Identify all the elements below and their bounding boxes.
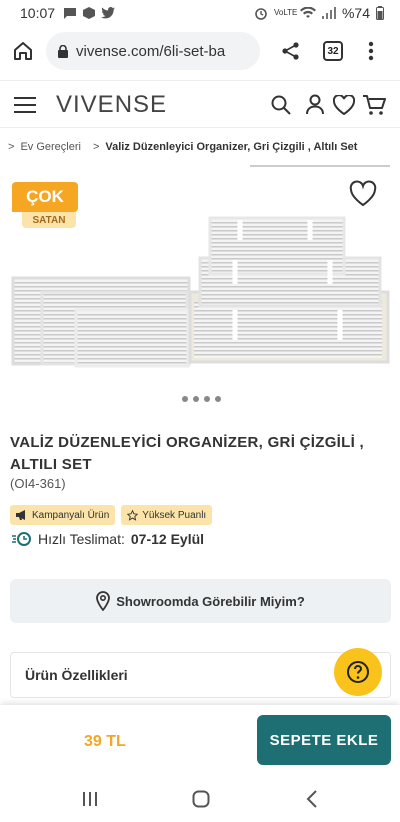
url-text: vivense.com/6li-set-ba: [76, 42, 226, 60]
delivery-label: Hızlı Teslimat:: [38, 531, 125, 547]
add-to-cart-bar: 39 TL SEPETE EKLE: [0, 705, 400, 778]
recent-apps-icon[interactable]: [82, 791, 98, 807]
pagination-dot[interactable]: [215, 396, 221, 402]
tab-switcher-button[interactable]: 32: [323, 41, 343, 61]
fast-delivery-icon: [12, 532, 31, 546]
product-image-gallery[interactable]: ÇOK SATAN: [10, 170, 391, 420]
tag-campaign: Kampanyalı Ürün: [10, 505, 116, 525]
product-title: VALİZ DÜZENLEYİCİ ORGANİZER, GRİ ÇİZGİLİ…: [10, 434, 364, 473]
message-icon: [64, 8, 77, 19]
system-nav-bar: [0, 778, 400, 822]
location-pin-icon: [96, 591, 111, 611]
battery-level: %74: [341, 5, 370, 21]
add-to-cart-button[interactable]: SEPETE EKLE: [257, 715, 391, 765]
help-button[interactable]: [334, 648, 382, 696]
site-header: VIVENSE: [0, 80, 400, 128]
site-logo[interactable]: VIVENSE: [56, 91, 167, 119]
tag-high-rated: Yüksek Puanlı: [121, 505, 213, 525]
status-time: 10:07: [20, 5, 56, 21]
favorite-heart-icon[interactable]: [349, 180, 377, 208]
delivery-date: 07-12 Eylül: [130, 531, 205, 547]
home-button-icon[interactable]: [192, 790, 210, 808]
search-icon[interactable]: [271, 95, 291, 115]
home-icon[interactable]: [12, 40, 34, 62]
pagination-dot[interactable]: [204, 396, 210, 402]
showroom-button[interactable]: Showroomda Görebilir Miyim?: [10, 579, 391, 623]
url-bar[interactable]: vivense.com/6li-set-ba: [46, 32, 260, 70]
badge-bottom: SATAN: [22, 212, 76, 228]
image-pagination-dots: [182, 396, 221, 402]
network-label: VoLTE: [273, 8, 298, 17]
product-image: [11, 216, 390, 368]
breadcrumb-current: Valiz Düzenleyici Organizer, Gri Çizgili…: [105, 141, 358, 153]
breadcrumb-scrollbar: [250, 165, 390, 167]
share-icon[interactable]: [281, 41, 301, 61]
status-bar: 10:07 VoLTE %74: [0, 0, 400, 26]
hamburger-menu-icon[interactable]: [14, 97, 36, 113]
twitter-icon: [101, 7, 116, 19]
question-icon: [347, 661, 369, 683]
fast-delivery-info: Hızlı Teslimat: 07-12 Eylül: [12, 531, 204, 547]
chevron-right-icon: >: [8, 141, 15, 153]
product-code: (OI4-361): [10, 476, 66, 491]
showroom-label: Showroomda Görebilir Miyim?: [116, 593, 305, 609]
badge-top: ÇOK: [12, 182, 78, 212]
alarm-icon: [255, 8, 267, 20]
megaphone-icon: [16, 510, 25, 520]
star-icon: [127, 509, 139, 521]
cart-icon[interactable]: [362, 94, 386, 116]
signal-icon: [321, 7, 336, 19]
product-tags: Kampanyalı Ürün Yüksek Puanlı: [10, 505, 213, 525]
lock-icon: [58, 44, 68, 58]
user-icon[interactable]: [305, 94, 325, 115]
heart-icon[interactable]: [333, 95, 355, 115]
product-price: 39 TL: [84, 733, 126, 750]
breadcrumb-parent[interactable]: Ev Gereçleri: [20, 141, 81, 153]
more-menu-icon[interactable]: [368, 41, 374, 61]
chevron-right-icon: >: [92, 141, 100, 153]
browser-toolbar: vivense.com/6li-set-ba 32: [0, 26, 400, 76]
best-seller-badge: ÇOK SATAN: [12, 182, 78, 230]
box-icon: [83, 7, 96, 19]
breadcrumb: > Ev Gereçleri > Valiz Düzenleyici Organ…: [0, 136, 400, 158]
battery-icon: [376, 6, 384, 20]
tag-label: Yüksek Puanlı: [142, 509, 207, 521]
wifi-icon: [299, 7, 316, 18]
pagination-dot[interactable]: [193, 396, 199, 402]
specs-label: Ürün Özellikleri: [25, 667, 128, 683]
back-icon[interactable]: [306, 790, 318, 808]
tag-label: Kampanyalı Ürün: [32, 509, 110, 521]
pagination-dot[interactable]: [182, 396, 188, 402]
